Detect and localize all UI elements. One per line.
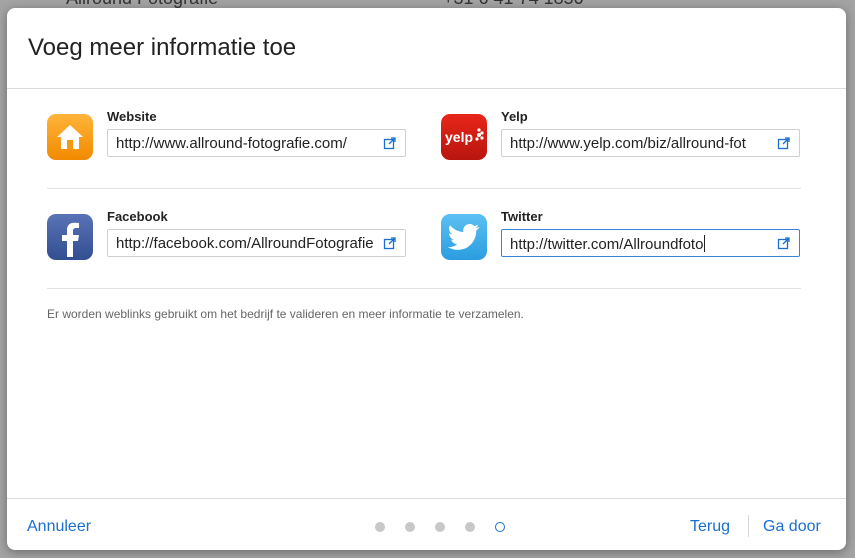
dialog-header: Voeg meer informatie toe: [7, 8, 846, 89]
page-dot: [375, 522, 385, 532]
yelp-logo-icon: yelp: [441, 114, 487, 160]
twitter-bird-icon: [441, 214, 487, 260]
facebook-label: Facebook: [107, 209, 168, 224]
footer-separator: [748, 515, 749, 537]
page-dot-current: [495, 522, 505, 532]
twitter-input-text: http://twitter.com/Allroundfoto: [510, 236, 704, 253]
twitter-input[interactable]: http://twitter.com/Allroundfoto: [501, 229, 800, 257]
page-dot: [435, 522, 445, 532]
text-caret: [704, 235, 706, 252]
website-input-value: http://www.allround-fotografie.com/: [116, 135, 347, 152]
weblinks-hint: Er worden weblinks gebruikt om het bedri…: [47, 307, 524, 321]
house-icon: [47, 114, 93, 160]
svg-text:yelp: yelp: [445, 129, 473, 145]
dialog-footer: Annuleer Terug Ga door: [7, 498, 846, 550]
website-label: Website: [107, 109, 157, 124]
yelp-input-value: http://www.yelp.com/biz/allround-fot: [510, 135, 746, 152]
open-link-icon[interactable]: [777, 236, 791, 250]
open-link-icon[interactable]: [383, 136, 397, 150]
twitter-input-value: http://twitter.com/Allroundfoto: [510, 235, 772, 253]
dialog-title: Voeg meer informatie toe: [28, 34, 297, 61]
page-dot: [405, 522, 415, 532]
hint-divider: [47, 288, 801, 289]
facebook-input-value: http://facebook.com/AllroundFotografie: [116, 235, 374, 252]
twitter-label: Twitter: [501, 209, 543, 224]
add-info-dialog: Voeg meer informatie toe Website http://…: [7, 8, 846, 550]
yelp-input[interactable]: http://www.yelp.com/biz/allround-fot: [501, 129, 800, 157]
website-input[interactable]: http://www.allround-fotografie.com/: [107, 129, 406, 157]
open-link-icon[interactable]: [383, 236, 397, 250]
facebook-logo-icon: [47, 214, 93, 260]
page-dot: [465, 522, 475, 532]
continue-button[interactable]: Ga door: [763, 518, 821, 536]
cancel-button[interactable]: Annuleer: [27, 518, 91, 536]
yelp-label: Yelp: [501, 109, 528, 124]
facebook-input[interactable]: http://facebook.com/AllroundFotografie: [107, 229, 406, 257]
back-button[interactable]: Terug: [690, 518, 730, 536]
row-divider: [47, 188, 801, 189]
open-link-icon[interactable]: [777, 136, 791, 150]
